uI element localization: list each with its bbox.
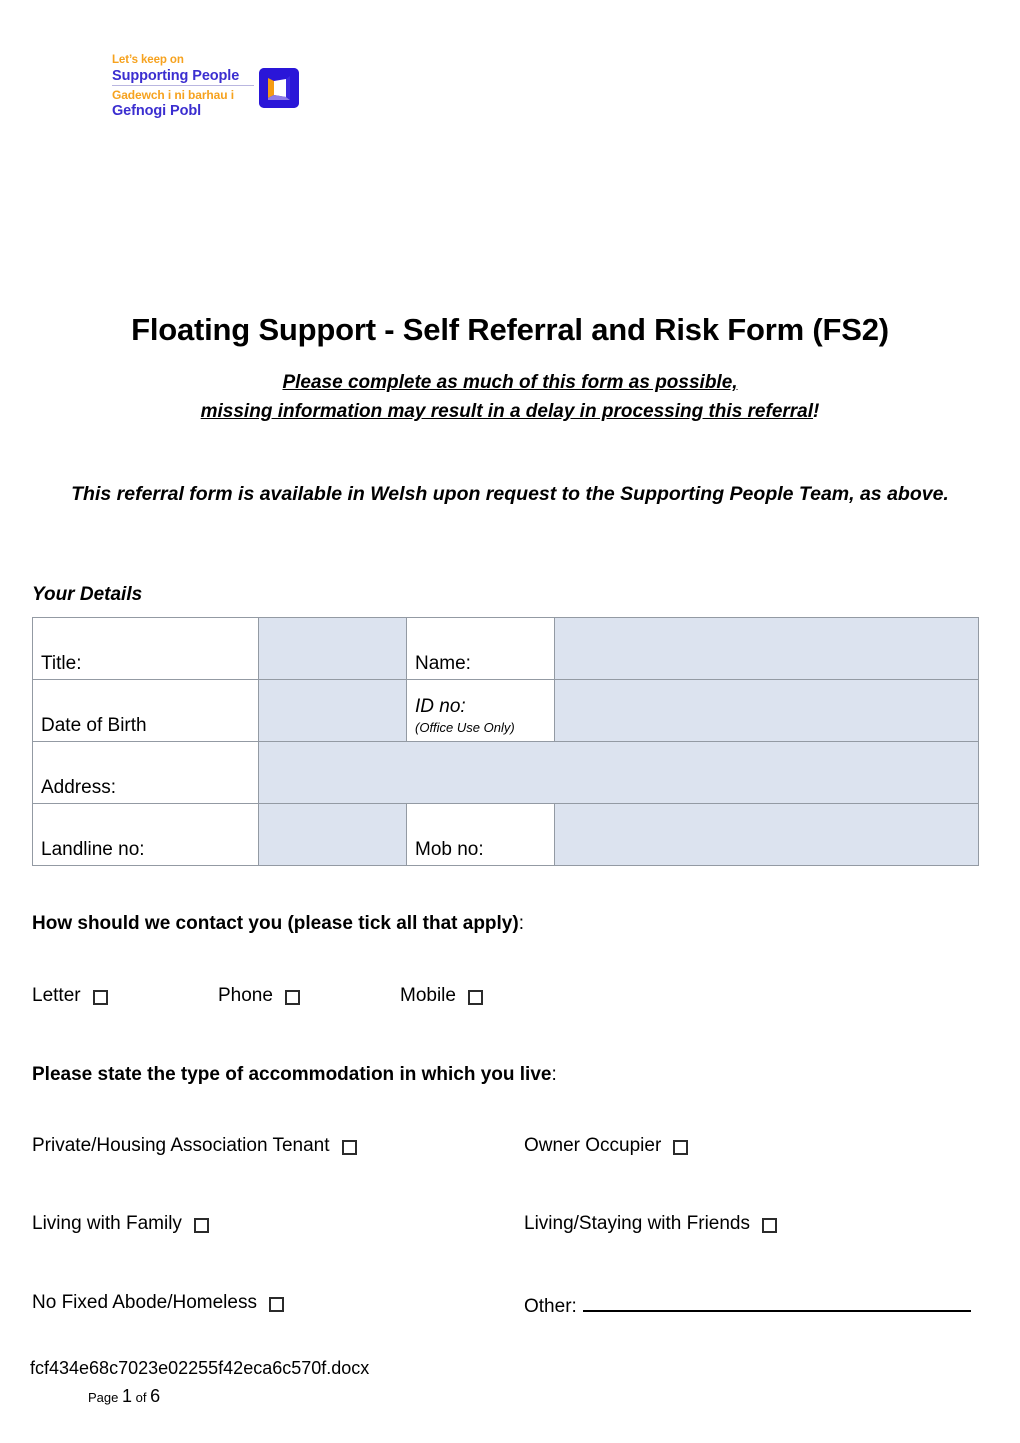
table-row: Address: xyxy=(32,741,979,804)
subtitle-block: Please complete as much of this form as … xyxy=(0,368,1020,426)
logo-line-4: Gefnogi Pobl xyxy=(112,103,257,119)
subtitle-line-2-tail: ! xyxy=(813,401,820,422)
subtitle-line-2: missing information may result in a dela… xyxy=(0,397,1020,426)
contact-question-bold: How should we contact you (please tick a… xyxy=(32,913,519,934)
checkbox-owner-occupier[interactable] xyxy=(673,1140,689,1155)
accommodation-option-private-tenant[interactable]: Private/Housing Association Tenant xyxy=(32,1135,357,1157)
cell-id-label: ID no: (Office Use Only) xyxy=(406,679,555,742)
footer-page-total: 6 xyxy=(150,1386,161,1406)
logo-divider xyxy=(112,85,254,86)
accommodation-question-tail: : xyxy=(551,1064,557,1085)
cell-name-value[interactable] xyxy=(554,617,979,680)
accommodation-option-private-tenant-label: Private/Housing Association Tenant xyxy=(32,1135,330,1156)
accommodation-option-living-with-family[interactable]: Living with Family xyxy=(32,1213,209,1235)
accommodation-question-bold: Please state the type of accommodation i… xyxy=(32,1064,552,1085)
checkbox-no-fixed-abode[interactable] xyxy=(268,1297,284,1312)
checkbox-private-tenant[interactable] xyxy=(341,1140,357,1155)
contact-option-phone[interactable]: Phone xyxy=(218,985,300,1007)
accommodation-other-input[interactable] xyxy=(582,1292,971,1312)
cell-address-value[interactable] xyxy=(258,741,979,804)
table-row: Title: Name: xyxy=(32,617,979,680)
accommodation-option-no-fixed-abode[interactable]: No Fixed Abode/Homeless xyxy=(32,1292,284,1314)
contact-option-mobile-label: Mobile xyxy=(400,985,456,1006)
logo-line-2a: Supporting xyxy=(112,68,193,84)
contact-option-mobile[interactable]: Mobile xyxy=(400,985,483,1007)
accommodation-option-other[interactable]: Other: xyxy=(524,1292,971,1318)
open-door-icon xyxy=(259,68,299,108)
accommodation-option-owner-occupier-label: Owner Occupier xyxy=(524,1135,662,1156)
checkbox-mobile[interactable] xyxy=(467,990,483,1005)
accommodation-question: Please state the type of accommodation i… xyxy=(32,1064,557,1086)
footer-filename: fcf434e68c7023e02255f42eca6c570f.docx xyxy=(30,1358,370,1378)
cell-dob-value[interactable] xyxy=(258,679,407,742)
subtitle-line-1: Please complete as much of this form as … xyxy=(0,368,1020,397)
logo-line-2b: People xyxy=(192,68,240,84)
page-title: Floating Support - Self Referral and Ris… xyxy=(131,312,889,347)
logo-line-4b: Pobl xyxy=(170,103,202,119)
cell-landline-label: Landline no: xyxy=(32,803,259,866)
checkbox-phone[interactable] xyxy=(284,990,300,1005)
cell-id-value[interactable] xyxy=(554,679,979,742)
accommodation-other-label: Other: xyxy=(524,1296,577,1317)
your-details-table: Title: Name: Date of Birth ID no: (Offic… xyxy=(32,617,979,866)
cell-id-label-main: ID no: xyxy=(415,696,466,717)
cell-landline-value[interactable] xyxy=(258,803,407,866)
footer-of-word: of xyxy=(132,1390,151,1405)
footer-page-number: 1 xyxy=(121,1386,132,1406)
cell-name-label: Name: xyxy=(406,617,555,680)
table-row: Date of Birth ID no: (Office Use Only) xyxy=(32,679,979,742)
checkbox-staying-with-friends[interactable] xyxy=(762,1218,777,1233)
accommodation-option-staying-with-friends-label: Living/Staying with Friends xyxy=(524,1213,750,1234)
accommodation-option-living-with-family-label: Living with Family xyxy=(32,1213,182,1234)
accommodation-option-no-fixed-abode-label: No Fixed Abode/Homeless xyxy=(32,1292,257,1313)
cell-address-label: Address: xyxy=(32,741,259,804)
subtitle-line-2-text: missing information may result in a dela… xyxy=(200,401,814,422)
table-row: Landline no: Mob no: xyxy=(32,803,979,866)
cell-title-value[interactable] xyxy=(258,617,407,680)
cell-id-label-sub: (Office Use Only) xyxy=(415,720,515,735)
contact-question-tail: : xyxy=(518,913,524,934)
footer-page-indicator: Page 1 of 6 xyxy=(88,1386,160,1407)
cell-mobile-value[interactable] xyxy=(554,803,979,866)
contact-option-letter-label: Letter xyxy=(32,985,81,1006)
your-details-heading: Your Details xyxy=(32,584,143,605)
accommodation-option-staying-with-friends[interactable]: Living/Staying with Friends xyxy=(524,1213,777,1235)
logo-line-1: Let’s keep on xyxy=(112,54,184,66)
welsh-availability-note: This referral form is available in Welsh… xyxy=(71,483,949,505)
contact-option-letter[interactable]: Letter xyxy=(32,985,108,1007)
supporting-people-logo: Let’s keep on Supporting People Gadewch … xyxy=(112,52,302,132)
contact-question: How should we contact you (please tick a… xyxy=(32,913,524,935)
logo-line-3: Gadewch i ni barhau i xyxy=(112,88,234,102)
logo-wordmark: Let’s keep on Supporting People Gadewch … xyxy=(112,52,257,119)
cell-title-label: Title: xyxy=(32,617,259,680)
cell-dob-label: Date of Birth xyxy=(32,679,259,742)
logo-line-2: Supporting People xyxy=(112,68,257,84)
contact-option-phone-label: Phone xyxy=(218,985,273,1006)
checkbox-letter[interactable] xyxy=(92,990,108,1005)
logo-line-4a: Gefnogi xyxy=(112,103,171,119)
cell-mobile-label: Mob no: xyxy=(406,803,555,866)
footer-page-word: Page xyxy=(88,1390,122,1405)
checkbox-living-with-family[interactable] xyxy=(193,1218,209,1233)
accommodation-option-owner-occupier[interactable]: Owner Occupier xyxy=(524,1135,689,1157)
subtitle-line-1-text: Please complete as much of this form as … xyxy=(282,372,738,393)
